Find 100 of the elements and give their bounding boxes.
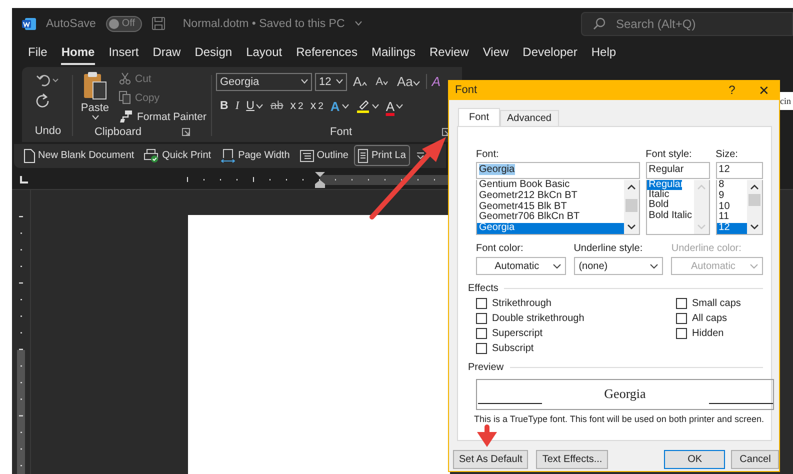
checkbox[interactable]: Hidden: [676, 327, 741, 339]
list-item[interactable]: 8: [716, 180, 747, 191]
quick-access-button[interactable]: Quick Print: [140, 145, 216, 166]
underline-button[interactable]: U: [246, 100, 264, 112]
text-field[interactable]: 12: [716, 162, 763, 179]
italic-button[interactable]: I: [235, 100, 240, 112]
menu-tab[interactable]: Mailings: [371, 40, 416, 65]
menu-tab[interactable]: Developer: [522, 40, 578, 65]
dialog-button[interactable]: Cancel: [731, 450, 779, 469]
quick-access-button[interactable]: Print La: [354, 145, 410, 166]
dialog-tab[interactable]: Advanced: [500, 110, 558, 126]
checkbox[interactable]: Double strikethrough: [476, 312, 676, 324]
field-label: Font:: [476, 149, 500, 161]
list-item[interactable]: Bold: [646, 200, 694, 211]
dialog-button[interactable]: OK: [664, 450, 726, 469]
checkbox[interactable]: Small caps: [676, 297, 741, 309]
tab-selector-icon[interactable]: [20, 176, 28, 184]
quick-access-button[interactable]: New Blank Document: [20, 145, 138, 166]
checkbox[interactable]: Superscript: [476, 327, 676, 339]
menu-tab[interactable]: Layout: [246, 40, 282, 65]
scrollbar[interactable]: [694, 180, 709, 234]
font-color-button[interactable]: A: [386, 98, 404, 114]
paste-button[interactable]: Paste: [77, 70, 113, 125]
checkbox[interactable]: Strikethrough: [476, 297, 676, 309]
menu-tab[interactable]: Insert: [108, 40, 139, 65]
format-painter-button[interactable]: Format Painter: [119, 108, 206, 125]
menu-tab[interactable]: Draw: [152, 40, 181, 65]
undo-icon[interactable]: [36, 72, 60, 87]
text-field[interactable]: Georgia: [476, 162, 640, 179]
app-logo-icon: [22, 16, 36, 31]
autosave-label: AutoSave: [46, 18, 96, 30]
printer-icon: [144, 148, 160, 163]
dialog-button[interactable]: Set As Default: [453, 450, 528, 469]
list-item[interactable]: Geometr706 BlkCn BT: [477, 212, 624, 224]
highlight-button[interactable]: [356, 99, 379, 114]
menu-tab[interactable]: Design: [194, 40, 232, 65]
list-item[interactable]: Gentium Book Basic: [477, 180, 624, 191]
checkbox[interactable]: Subscript: [476, 342, 676, 354]
list-item[interactable]: 12: [716, 223, 747, 234]
overflow-icon[interactable]: [416, 152, 425, 160]
menu-tab[interactable]: Review: [430, 40, 469, 65]
menu-tab[interactable]: File: [28, 40, 48, 65]
close-button[interactable]: ✕: [748, 82, 780, 98]
section-label: Preview: [468, 362, 504, 373]
font-name-field[interactable]: Georgia: [216, 72, 312, 91]
quick-access-button[interactable]: Page Width: [217, 145, 294, 166]
strikethrough-button[interactable]: ab: [270, 100, 284, 112]
list-item[interactable]: 11: [716, 212, 747, 224]
change-case-button[interactable]: Aa: [394, 74, 423, 90]
clear-formatting-button[interactable]: A: [426, 74, 444, 90]
menu-tab[interactable]: References: [296, 40, 358, 65]
scrollbar[interactable]: [624, 180, 639, 234]
group-label: Undo: [34, 124, 62, 139]
list-box[interactable]: Gentium Book Basic Geometr212 BkCn BT Geometr415 Blk BT Geometr706 BlkCn BT Georgia: [476, 180, 640, 235]
list-item[interactable]: Italic: [646, 190, 694, 200]
list-item[interactable]: Georgia: [477, 223, 624, 234]
annotation-arrow: [475, 424, 499, 448]
menu-tab[interactable]: Help: [591, 40, 616, 65]
group-label: Font: [330, 126, 352, 138]
font-size-field[interactable]: 12: [315, 72, 347, 91]
list-item[interactable]: 10: [716, 202, 747, 212]
note-text: This is a TrueType font. This font will be used on both printer and screen.: [474, 414, 764, 425]
caret-icon: [650, 264, 658, 268]
help-button[interactable]: ?: [716, 83, 748, 97]
list-item[interactable]: Geometr415 Blk BT: [477, 202, 624, 212]
checkbox[interactable]: All caps: [676, 312, 741, 324]
caret-icon: [256, 104, 264, 109]
dropdown[interactable]: Automatic: [476, 257, 566, 275]
grow-font-button[interactable]: A: [350, 74, 370, 90]
outline-icon: [300, 150, 314, 162]
document-icon: [24, 148, 35, 163]
caret-icon: [412, 81, 420, 86]
menu-tab[interactable]: Home: [61, 40, 95, 65]
redo-icon[interactable]: [36, 92, 50, 109]
document-title[interactable]: Normal.dotm • Saved to this PC: [182, 18, 345, 30]
scrollbar[interactable]: [747, 180, 762, 234]
list-item[interactable]: 9: [716, 190, 747, 202]
caret-icon: [301, 79, 308, 84]
clipboard-icon: [83, 70, 107, 101]
menu-tab[interactable]: View: [482, 40, 509, 65]
bold-button[interactable]: B: [220, 100, 228, 112]
search-field[interactable]: Search (Alt+Q): [581, 12, 793, 36]
caret-icon: [396, 104, 404, 109]
search-icon: [593, 16, 606, 30]
shrink-font-button[interactable]: A: [372, 76, 392, 88]
list-item[interactable]: Geometr212 BkCn BT: [477, 190, 624, 202]
dialog-tab[interactable]: Font: [458, 108, 500, 126]
text-field[interactable]: Regular: [646, 162, 710, 179]
dialog-launcher-icon[interactable]: [182, 128, 190, 136]
dropdown[interactable]: (none): [574, 257, 664, 275]
quick-access-button[interactable]: Outline: [296, 145, 352, 166]
list-item[interactable]: Bold Italic: [646, 210, 694, 221]
glow-outline-button[interactable]: A: [330, 98, 349, 114]
paintbrush-icon: [119, 110, 133, 124]
dialog-button[interactable]: Text Effects...: [536, 450, 608, 469]
caret-icon[interactable]: [354, 21, 362, 26]
list-box[interactable]: 8 9 10 11 12: [716, 180, 763, 235]
save-icon[interactable]: [152, 17, 165, 30]
caret-icon: [552, 264, 561, 268]
field-label: Font style:: [646, 149, 693, 161]
